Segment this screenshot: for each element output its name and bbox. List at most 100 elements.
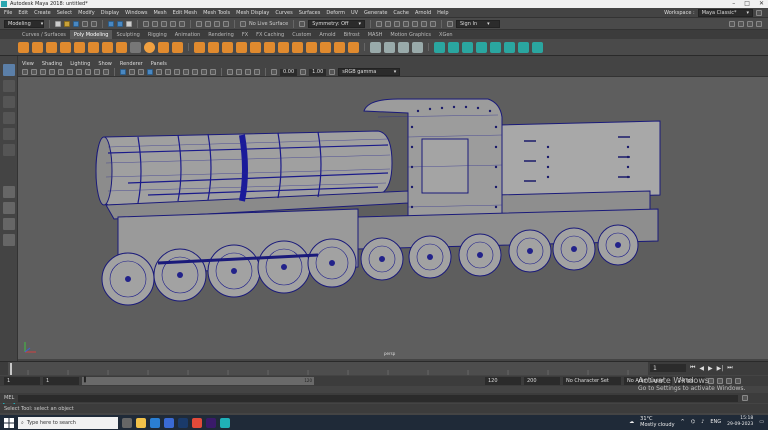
multi-cut-icon[interactable] <box>370 41 381 53</box>
shelf-tab-fx-caching[interactable]: FX Caching <box>252 30 288 39</box>
shelf-tab-xgen[interactable]: XGen <box>435 30 457 39</box>
grid-icon[interactable] <box>58 69 64 75</box>
xray-joints-icon[interactable] <box>245 69 251 75</box>
cmdline-language-label[interactable]: MEL <box>4 395 14 401</box>
play-forward-icon[interactable]: ▶ <box>708 365 713 372</box>
uv-cylindrical-icon[interactable] <box>448 41 459 53</box>
boolean-intersection-icon[interactable] <box>278 41 289 53</box>
smooth-icon[interactable] <box>236 41 247 53</box>
shelf-tab-animation[interactable]: Animation <box>171 30 205 39</box>
locomotive-model[interactable] <box>18 77 768 359</box>
scale-tool-icon[interactable] <box>3 144 15 156</box>
script-editor-icon[interactable] <box>742 395 749 401</box>
sweep-mesh-icon[interactable] <box>144 41 155 53</box>
paint-select-tool-icon[interactable] <box>3 96 15 108</box>
image-plane-icon[interactable] <box>49 69 55 75</box>
poly-disc-icon[interactable] <box>102 41 113 53</box>
character-set-dropdown[interactable]: No Character Set <box>563 377 621 385</box>
menu-uv[interactable]: UV <box>351 10 358 16</box>
store-icon[interactable] <box>164 417 174 428</box>
boolean-difference-icon[interactable] <box>264 41 275 53</box>
film-gate-icon[interactable] <box>67 69 73 75</box>
photoshop-icon[interactable] <box>178 417 188 428</box>
poly-plane-icon[interactable] <box>88 41 99 53</box>
hypershade-icon[interactable] <box>402 20 409 27</box>
menu-edit-mesh[interactable]: Edit Mesh <box>173 10 197 16</box>
combine-icon[interactable] <box>194 41 205 53</box>
menu-edit[interactable]: Edit <box>18 10 28 16</box>
construction-history-icon[interactable] <box>223 20 229 27</box>
bookmark-icon[interactable] <box>40 69 46 75</box>
textured-icon[interactable] <box>156 69 162 75</box>
platonic-solid-icon[interactable] <box>116 41 127 53</box>
weather-desc[interactable]: Mostly cloudy <box>640 422 674 428</box>
uv-unfold-icon[interactable] <box>518 41 529 53</box>
uv-automatic-icon[interactable] <box>476 41 487 53</box>
maya-taskbar-icon[interactable] <box>220 417 230 428</box>
safe-action-icon[interactable] <box>103 69 109 75</box>
rotate-tool-icon[interactable] <box>3 128 15 140</box>
menu-create[interactable]: Create <box>34 10 51 16</box>
xray-components-icon[interactable] <box>254 69 260 75</box>
field-chart-icon[interactable] <box>94 69 100 75</box>
history-icon[interactable] <box>196 20 202 27</box>
menu-mesh[interactable]: Mesh <box>153 10 166 16</box>
modeling-toolkit-icon[interactable] <box>729 20 735 27</box>
render-region-icon[interactable] <box>429 20 436 27</box>
wireframe-on-shaded-icon[interactable] <box>147 69 153 75</box>
panel-menu-lighting[interactable]: Lighting <box>70 61 90 67</box>
remesh-icon[interactable] <box>292 41 303 53</box>
redo-icon[interactable] <box>91 20 97 27</box>
shelf-tab-motion-graphics[interactable]: Motion Graphics <box>386 30 435 39</box>
sign-in-dropdown[interactable]: Sign In ▾ <box>455 19 500 28</box>
menu-modify[interactable]: Modify <box>78 10 95 16</box>
select-tool-icon[interactable] <box>3 64 15 76</box>
outputs-icon[interactable] <box>214 20 220 27</box>
menu-help[interactable]: Help <box>437 10 448 16</box>
single-perspective-layout-icon[interactable] <box>3 186 15 198</box>
menu-generate[interactable]: Generate <box>364 10 387 16</box>
shelf-tab-rendering[interactable]: Rendering <box>204 30 238 39</box>
mirror-icon[interactable] <box>222 41 233 53</box>
arnold-render-icon[interactable] <box>420 20 427 27</box>
uv-spherical-icon[interactable] <box>462 41 473 53</box>
move-tool-icon[interactable] <box>3 112 15 124</box>
panel-menu-view[interactable]: View <box>22 61 34 67</box>
end-frame-field[interactable]: 200 <box>524 377 560 385</box>
poly-sphere-icon[interactable] <box>18 41 29 53</box>
menu-arnold[interactable]: Arnold <box>415 10 431 16</box>
snap-curve-icon[interactable] <box>152 20 158 27</box>
network-icon[interactable]: ⌬ <box>691 419 695 425</box>
menu-mesh-tools[interactable]: Mesh Tools <box>203 10 230 16</box>
language-indicator[interactable]: ENG <box>710 419 721 425</box>
wireframe-icon[interactable] <box>120 69 126 75</box>
render-ipr-icon[interactable] <box>384 20 391 27</box>
step-back-icon[interactable]: ◀ <box>699 365 704 372</box>
new-scene-icon[interactable] <box>55 20 61 27</box>
shelf-tab-mash[interactable]: MASH <box>364 30 387 39</box>
file-explorer-icon[interactable] <box>136 417 146 428</box>
shelf-tab-custom[interactable]: Custom <box>288 30 315 39</box>
screen-space-ao-icon[interactable] <box>183 69 189 75</box>
menu-deform[interactable]: Deform <box>326 10 345 16</box>
shadows-icon[interactable] <box>174 69 180 75</box>
save-scene-icon[interactable] <box>73 20 79 27</box>
shelf-tab-curves-surfaces[interactable]: Curves / Surfaces <box>18 30 70 39</box>
menu-display[interactable]: Display <box>101 10 119 16</box>
playback-start-field[interactable]: 1 <box>43 377 79 385</box>
attribute-editor-icon[interactable] <box>738 20 744 27</box>
start-frame-field[interactable]: 1 <box>4 377 40 385</box>
timeline-ticks[interactable] <box>8 362 648 375</box>
inputs-icon[interactable] <box>205 20 211 27</box>
menu-surfaces[interactable]: Surfaces <box>299 10 321 16</box>
range-bar[interactable]: ▌ 120 <box>82 377 314 385</box>
extrude-icon[interactable] <box>320 41 331 53</box>
depth-of-field-icon[interactable] <box>210 69 216 75</box>
step-forward-icon[interactable]: ▶| <box>717 365 724 372</box>
exposure-field[interactable]: 0.00 <box>280 68 298 76</box>
panel-menu-show[interactable]: Show <box>98 61 112 67</box>
menu-select[interactable]: Select <box>57 10 72 16</box>
live-surface-label[interactable]: No Live Surface <box>249 21 288 27</box>
colorspace-dropdown[interactable]: sRGB gamma ▾ <box>338 68 401 76</box>
use-all-lights-icon[interactable] <box>165 69 171 75</box>
